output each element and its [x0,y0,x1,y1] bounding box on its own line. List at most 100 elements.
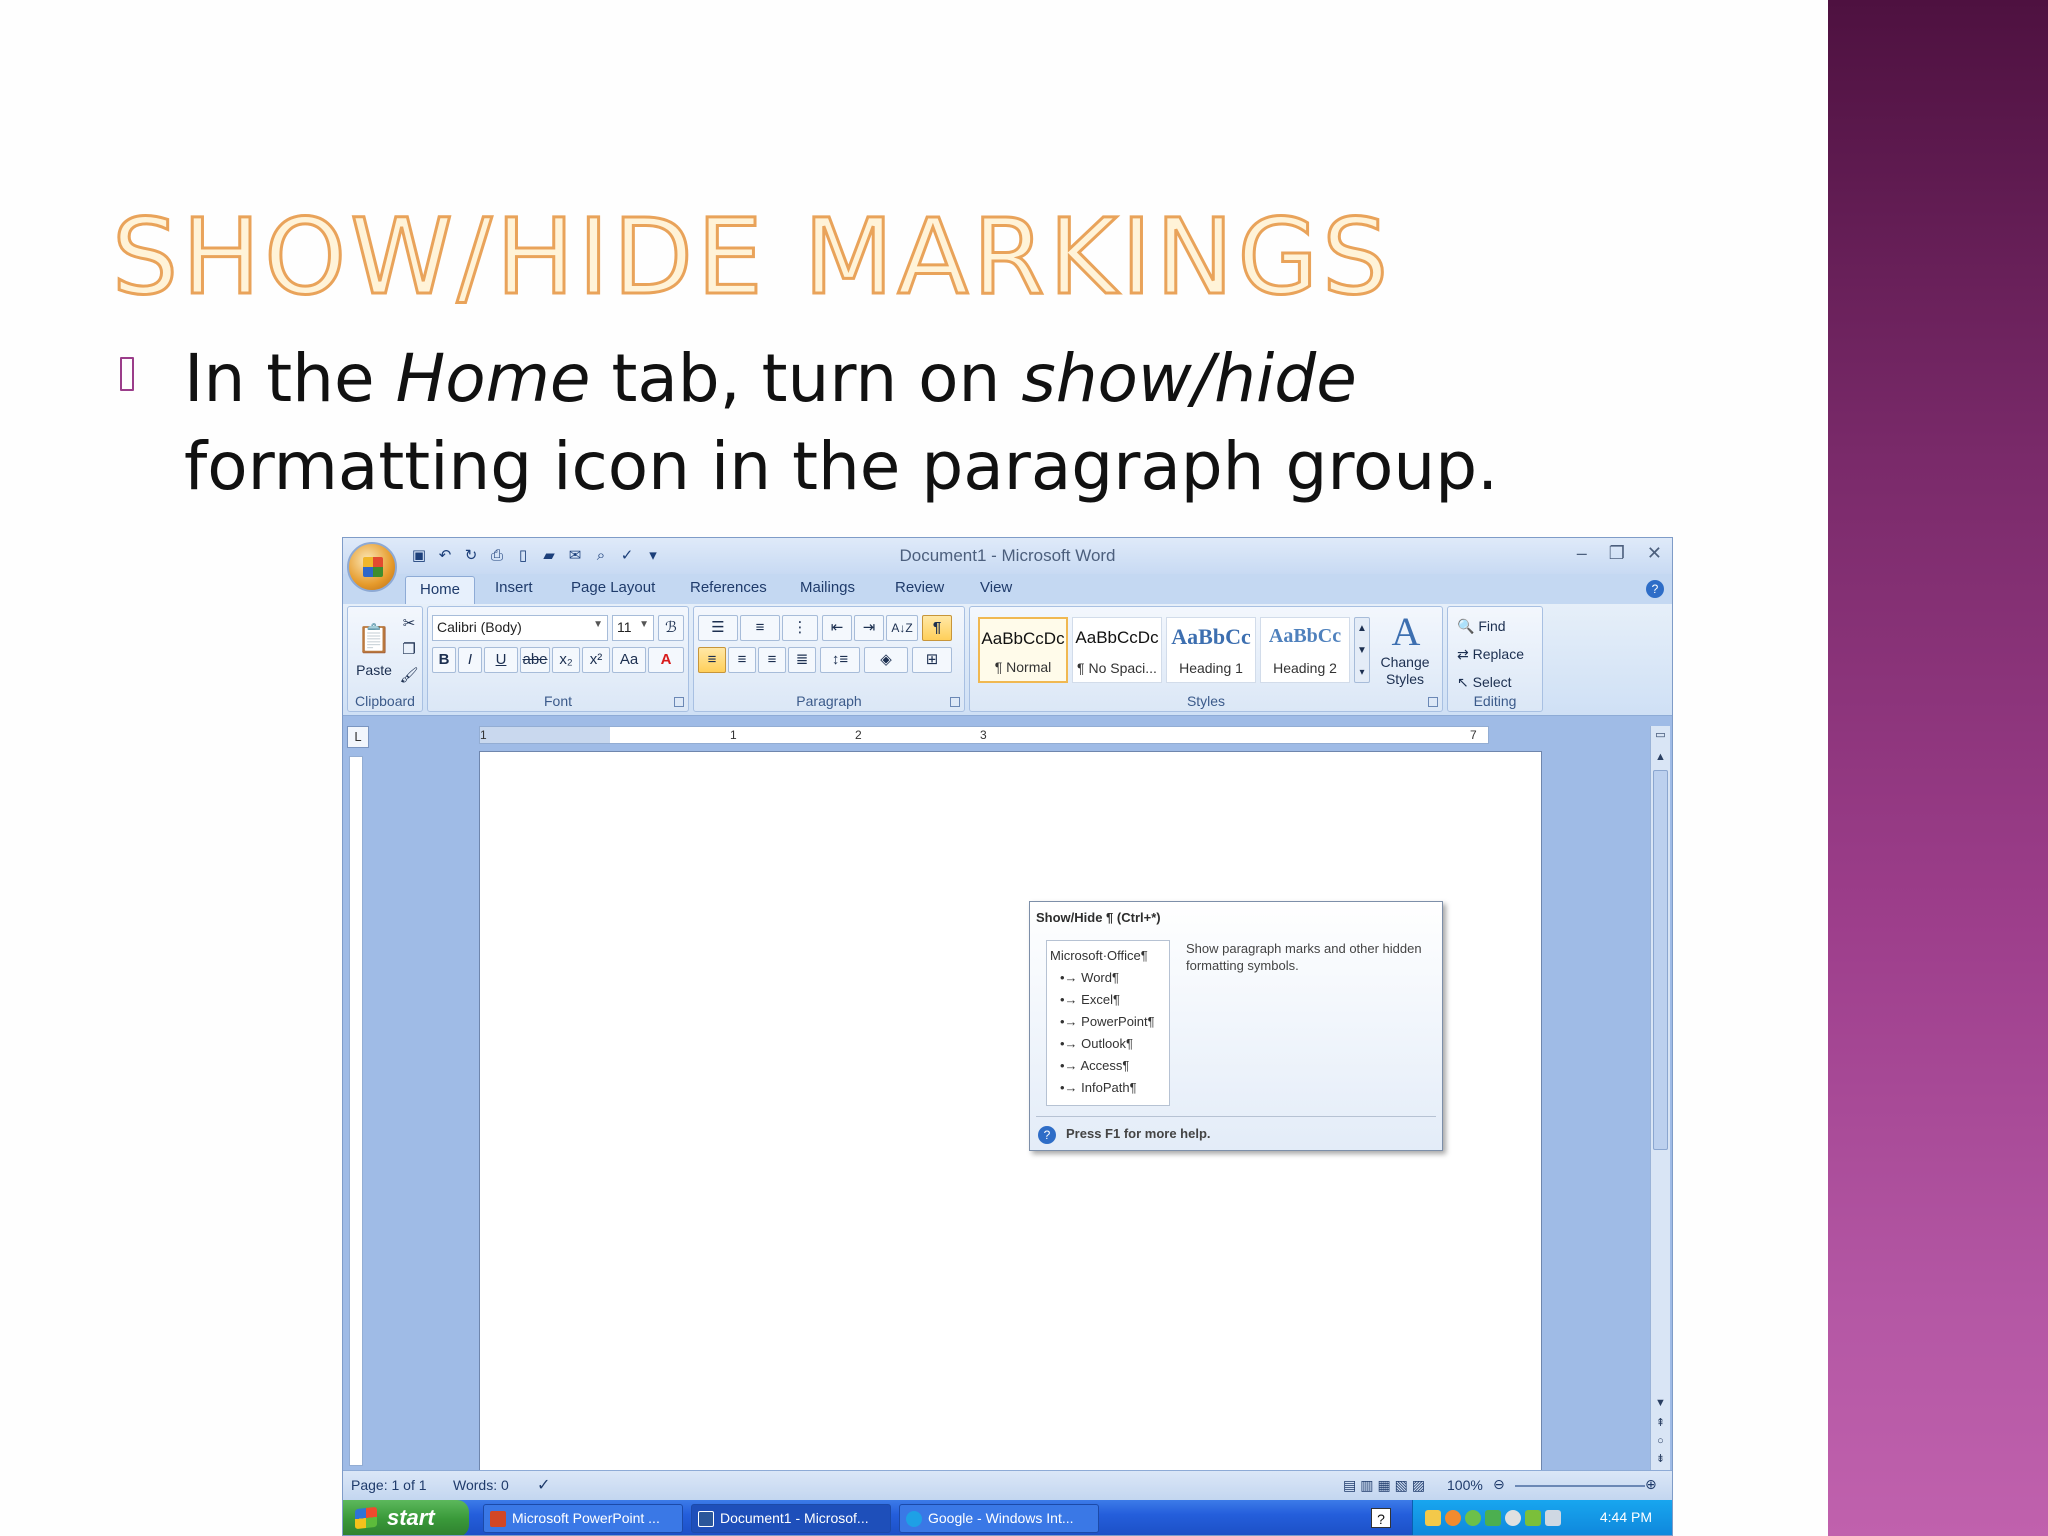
taskbar-button-word[interactable]: Document1 - Microsof... [691,1504,891,1533]
restore-button[interactable]: ❐ [1609,543,1625,564]
select-button[interactable]: ↖ Select [1452,669,1538,695]
preview-item: •→ PowerPoint¶ [1060,1014,1155,1029]
change-styles-button[interactable]: Change Styles [1368,653,1442,689]
tab-mailings[interactable]: Mailings [800,579,855,596]
office-button[interactable] [347,542,397,592]
font-color-button[interactable]: A [648,647,684,673]
italic-button[interactable]: I [458,647,482,673]
font-dialog-launcher-icon[interactable] [674,697,684,707]
styles-dialog-launcher-icon[interactable] [1428,697,1438,707]
taskbar-button-label: Document1 - Microsof... [720,1510,869,1526]
numbering-button[interactable]: ≡ [740,615,780,641]
word-count[interactable]: Words: 0 [453,1477,509,1493]
zoom-out-icon[interactable]: ⊖ [1493,1476,1505,1493]
system-clock[interactable]: 4:44 PM [1600,1509,1652,1525]
align-center-button[interactable]: ≡ [728,647,756,673]
increase-indent-button[interactable]: ⇥ [854,615,884,641]
shading-button[interactable]: ◈ [864,647,908,673]
style-sample: AaBbCc [1171,624,1251,649]
scroll-thumb[interactable] [1653,770,1668,1150]
title-bar: ▣ ↶ ↻ ⎙ ▯ ▰ ✉ ⌕ ✓ ▾ Document1 - Microsof… [343,538,1672,574]
start-button[interactable]: start [343,1500,469,1535]
security-tray-icon[interactable] [1485,1510,1501,1526]
bold-button[interactable]: B [432,647,456,673]
tab-view[interactable]: View [980,579,1012,596]
ruler-number: 1 [730,728,737,742]
show-hide-button[interactable]: ¶ [922,615,952,641]
font-name-combo[interactable]: Calibri (Body) ▼ [432,615,608,641]
proofing-icon[interactable]: ✓ [537,1475,550,1495]
change-case-button[interactable]: Aa [612,647,646,673]
format-painter-icon[interactable]: 🖌 [398,663,420,689]
replace-button[interactable]: ⇄ Replace [1452,641,1538,667]
tab-selector-button[interactable]: L [347,726,369,748]
line-spacing-button[interactable]: ↕≡ [820,647,860,673]
help-icon[interactable]: ? [1646,580,1664,598]
find-button[interactable]: 🔍 Find [1452,613,1538,639]
chevron-down-icon: ▼ [593,619,603,630]
style-heading-1[interactable]: AaBbCc Heading 1 [1166,617,1256,683]
style-no-spacing[interactable]: AaBbCcDc ¶ No Spaci... [1072,617,1162,683]
change-styles-icon[interactable]: A [1374,611,1438,652]
help-tray-icon[interactable]: ? [1371,1508,1391,1528]
justify-button[interactable]: ≣ [788,647,816,673]
zoom-slider[interactable] [1515,1485,1645,1487]
cut-icon[interactable]: ✂ [398,611,420,637]
vertical-ruler[interactable] [349,756,363,1466]
scroll-up-icon[interactable]: ▲ [1653,750,1668,765]
minimize-button[interactable]: – [1577,543,1587,564]
tab-home[interactable]: Home [405,576,476,604]
paste-button[interactable]: Paste [350,657,398,683]
taskbar-button-browser[interactable]: Google - Windows Int... [899,1504,1099,1533]
tab-references[interactable]: References [690,579,767,596]
font-size-combo[interactable]: 11 ▼ [612,615,654,641]
underline-button[interactable]: U [484,647,518,673]
browse-object-icon[interactable]: ○ [1653,1434,1668,1449]
window-title: Document1 - Microsoft Word [899,546,1116,565]
taskbar-button-powerpoint[interactable]: Microsoft PowerPoint ... [483,1504,683,1533]
network-tray-icon[interactable] [1505,1510,1521,1526]
app-tray-icon[interactable] [1525,1510,1541,1526]
preview-item: •→ Access¶ [1060,1058,1130,1073]
view-buttons[interactable]: ▤▥▦▧▨ [1343,1477,1429,1494]
tab-page-layout[interactable]: Page Layout [571,579,655,596]
style-normal[interactable]: AaBbCcDc ¶ Normal [978,617,1068,683]
update-tray-icon[interactable] [1445,1510,1461,1526]
chevron-down-icon: ▼ [639,619,649,630]
taskbar: start Microsoft PowerPoint ... Document1… [343,1500,1672,1535]
style-heading-2[interactable]: AaBbCc Heading 2 [1260,617,1350,683]
multilevel-list-button[interactable]: ⋮ [782,615,818,641]
align-right-button[interactable]: ≡ [758,647,786,673]
zoom-level[interactable]: 100% [1447,1477,1483,1493]
subscript-button[interactable]: x₂ [552,647,580,673]
messenger-tray-icon[interactable] [1465,1510,1481,1526]
clear-formatting-button[interactable]: ℬ [658,615,684,641]
volume-tray-icon[interactable] [1545,1510,1561,1526]
slide: Show/Hide Markings In the Home tab, turn… [0,0,2048,1536]
sort-button[interactable]: A↓Z [886,615,918,641]
style-sample: AaBbCc [1268,625,1342,647]
close-button[interactable]: ✕ [1647,543,1662,564]
next-page-icon[interactable]: ⇟ [1653,1452,1668,1467]
tab-review[interactable]: Review [895,579,944,596]
decrease-indent-button[interactable]: ⇤ [822,615,852,641]
tab-insert[interactable]: Insert [495,579,533,596]
paragraph-dialog-launcher-icon[interactable] [950,697,960,707]
zoom-in-icon[interactable]: ⊕ [1645,1476,1657,1493]
slide-title: Show/Hide Markings [110,196,1393,318]
horizontal-ruler[interactable]: 1 1 2 3 7 [479,726,1489,744]
page-count[interactable]: Page: 1 of 1 [351,1477,427,1493]
align-left-button[interactable]: ≡ [698,647,726,673]
vertical-scrollbar[interactable]: ▭ ▲ ▼ ⇞ ○ ⇟ [1650,726,1670,1470]
style-name: ¶ Normal [994,659,1052,675]
bullets-button[interactable]: ☰ [698,615,738,641]
strikethrough-button[interactable]: abe [520,647,550,673]
font-size-value: 11 [617,619,632,635]
borders-button[interactable]: ⊞ [912,647,952,673]
previous-page-icon[interactable]: ⇞ [1653,1416,1668,1431]
scroll-down-icon[interactable]: ▼ [1653,1396,1668,1411]
mail-tray-icon[interactable] [1425,1510,1441,1526]
superscript-button[interactable]: x² [582,647,610,673]
view-ruler-icon[interactable]: ▭ [1653,728,1668,743]
copy-icon[interactable]: ❐ [398,637,420,663]
